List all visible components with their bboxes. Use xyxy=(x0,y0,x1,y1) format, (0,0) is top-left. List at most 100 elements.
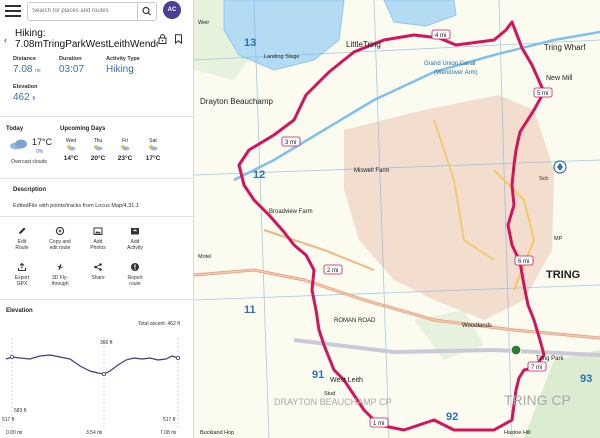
grid-number: 11 xyxy=(244,304,256,316)
top-bar: AC xyxy=(0,0,193,22)
day-temperature: 20°C xyxy=(90,155,106,162)
3d-flythrough-button[interactable]: 3D Fly- through xyxy=(43,262,77,287)
partly-cloudy-icon xyxy=(149,145,158,151)
description-section: Description EditedFile with points/track… xyxy=(0,181,193,215)
divider xyxy=(0,299,193,300)
bookmark-icon[interactable] xyxy=(174,34,183,44)
elevation-section: Elevation Total ascent: 462 ft 366 ft 58… xyxy=(0,305,193,438)
grid-number: 92 xyxy=(446,411,458,423)
elevation-value: 462 xyxy=(13,92,30,103)
elevation-heading: Elevation xyxy=(6,308,33,314)
today-description: Overcast clouds xyxy=(11,159,47,165)
place-label: MP xyxy=(554,236,563,242)
duration-label: Duration xyxy=(59,56,82,62)
activity-label: Activity Type xyxy=(106,56,140,62)
place-label: Landing Stage xyxy=(264,54,299,60)
forecast-day: Fri 23°C xyxy=(114,138,136,162)
weather-section: Today 17°C 0% Overcast clouds Upcoming D… xyxy=(0,122,193,174)
place-label: Tring Park xyxy=(536,356,564,362)
distance-marker: 5 mi xyxy=(537,91,548,97)
duration-stat: Duration 03:07 xyxy=(59,56,84,75)
partly-cloudy-icon xyxy=(94,145,103,151)
day-temperature: 17°C xyxy=(145,155,161,162)
export-gpx-button[interactable]: Export GPX xyxy=(5,262,39,287)
place-label: Broadview Farm xyxy=(269,209,313,215)
duration-value: 03:07 xyxy=(59,64,85,75)
activity-value: Hiking xyxy=(106,64,134,75)
activity-icon xyxy=(131,228,139,235)
route-panel: AC ‹ Hiking: 7.08mTringParkWestLeithWend… xyxy=(0,0,194,438)
place-label: Tring Wharf xyxy=(544,43,586,52)
flythrough-icon xyxy=(56,263,64,271)
lock-icon[interactable] xyxy=(158,34,167,44)
grid-number: 93 xyxy=(580,373,592,385)
user-avatar[interactable]: AC xyxy=(163,1,181,19)
today-label: Today xyxy=(6,126,24,132)
partly-cloudy-icon xyxy=(121,145,130,151)
x-start-label: 0.00 mi xyxy=(6,430,22,436)
place-label: Sch xyxy=(539,176,548,182)
search-box xyxy=(27,2,157,21)
description-text: EditedFile with points/tracks from Locus… xyxy=(13,203,139,209)
x-mid-label: 3.54 mi xyxy=(86,430,102,436)
add-activity-button[interactable]: Add Activity xyxy=(118,226,152,251)
description-heading: Description xyxy=(13,187,47,193)
canal-label: (Wendover Arm) xyxy=(434,70,478,76)
distance-marker: 3 mi xyxy=(285,140,296,146)
today-rain-chance: 0% xyxy=(36,149,44,155)
place-label: Buckland Hop xyxy=(200,430,234,436)
action-label: Copy and edit route xyxy=(49,239,71,251)
max-elevation-label: 366 ft xyxy=(100,340,113,346)
search-input[interactable] xyxy=(32,4,132,17)
elevation-unit: ft xyxy=(32,96,36,102)
start-elevation-label: 517 ft xyxy=(2,417,15,423)
route-stats: Distance 7.08 mi Duration 03:07 Activity… xyxy=(0,54,193,116)
hamburger-menu-icon[interactable] xyxy=(5,3,21,17)
partly-cloudy-icon xyxy=(67,145,76,151)
elevation-stat: Elevation 462 ft xyxy=(13,84,37,103)
grid-number: 13 xyxy=(244,37,256,49)
add-photos-button[interactable]: Add Photos xyxy=(81,226,115,251)
os-map[interactable]: 1 mi 2 mi 3 mi 4 mi 5 mi 6 mi 7 mi 13 12… xyxy=(194,0,600,438)
action-label: Share xyxy=(91,275,105,281)
search-icon xyxy=(142,6,151,16)
distance-marker: 1 mi xyxy=(373,421,384,427)
action-label: 3D Fly- through xyxy=(51,275,69,287)
back-chevron-icon[interactable]: ‹ xyxy=(4,35,7,45)
route-header: ‹ Hiking: 7.08mTringParkWestLeithWendove xyxy=(0,27,193,52)
place-label: West Leith xyxy=(330,377,363,384)
elevation-profile-chart[interactable]: 366 ft 583 ft 517 ft 517 ft 0.00 mi 3.54… xyxy=(0,333,193,438)
distance-unit: mi xyxy=(35,68,41,74)
report-route-button[interactable]: Report route xyxy=(118,262,152,287)
distance-label: Distance xyxy=(13,56,36,62)
edit-route-button[interactable]: Edit Route xyxy=(5,226,39,251)
copy-edit-route-button[interactable]: Copy and edit route xyxy=(43,226,77,251)
divider xyxy=(0,216,193,217)
canal-label: Grand Union Canal xyxy=(424,61,475,67)
parish-label: DRAYTON BEAUCHAMP CP xyxy=(274,397,392,407)
share-button[interactable]: Share xyxy=(81,262,115,281)
start-marker-icon[interactable] xyxy=(510,344,522,356)
grid-number: 12 xyxy=(253,169,265,181)
action-label: Add Activity xyxy=(127,239,143,251)
today-temperature: 17°C xyxy=(32,137,53,147)
place-label: Woodlands xyxy=(462,323,492,329)
copy-icon xyxy=(55,226,65,236)
place-label: ROMAN ROAD xyxy=(334,318,376,324)
distance-marker: 6 mi xyxy=(518,259,529,265)
distance-stat: Distance 7.08 mi xyxy=(13,56,41,75)
day-temperature: 14°C xyxy=(63,155,79,162)
forecast-day: Thu 20°C xyxy=(87,138,109,162)
route-title: 7.08mTringParkWestLeithWendove xyxy=(15,39,158,50)
place-label: TRING xyxy=(546,269,580,281)
pencil-icon xyxy=(19,227,26,234)
search-button[interactable] xyxy=(137,3,156,20)
map-view[interactable]: 1 mi 2 mi 3 mi 4 mi 5 mi 6 mi 7 mi 13 12… xyxy=(194,0,600,438)
action-label: Report route xyxy=(127,275,143,287)
x-end-label: 7.08 mi xyxy=(160,430,176,436)
total-ascent: Total ascent: 462 ft xyxy=(138,321,180,327)
export-icon xyxy=(18,262,26,271)
distance-value: 7.08 xyxy=(13,64,33,75)
divider xyxy=(0,116,193,117)
activity-stat: Activity Type Hiking xyxy=(106,56,140,75)
